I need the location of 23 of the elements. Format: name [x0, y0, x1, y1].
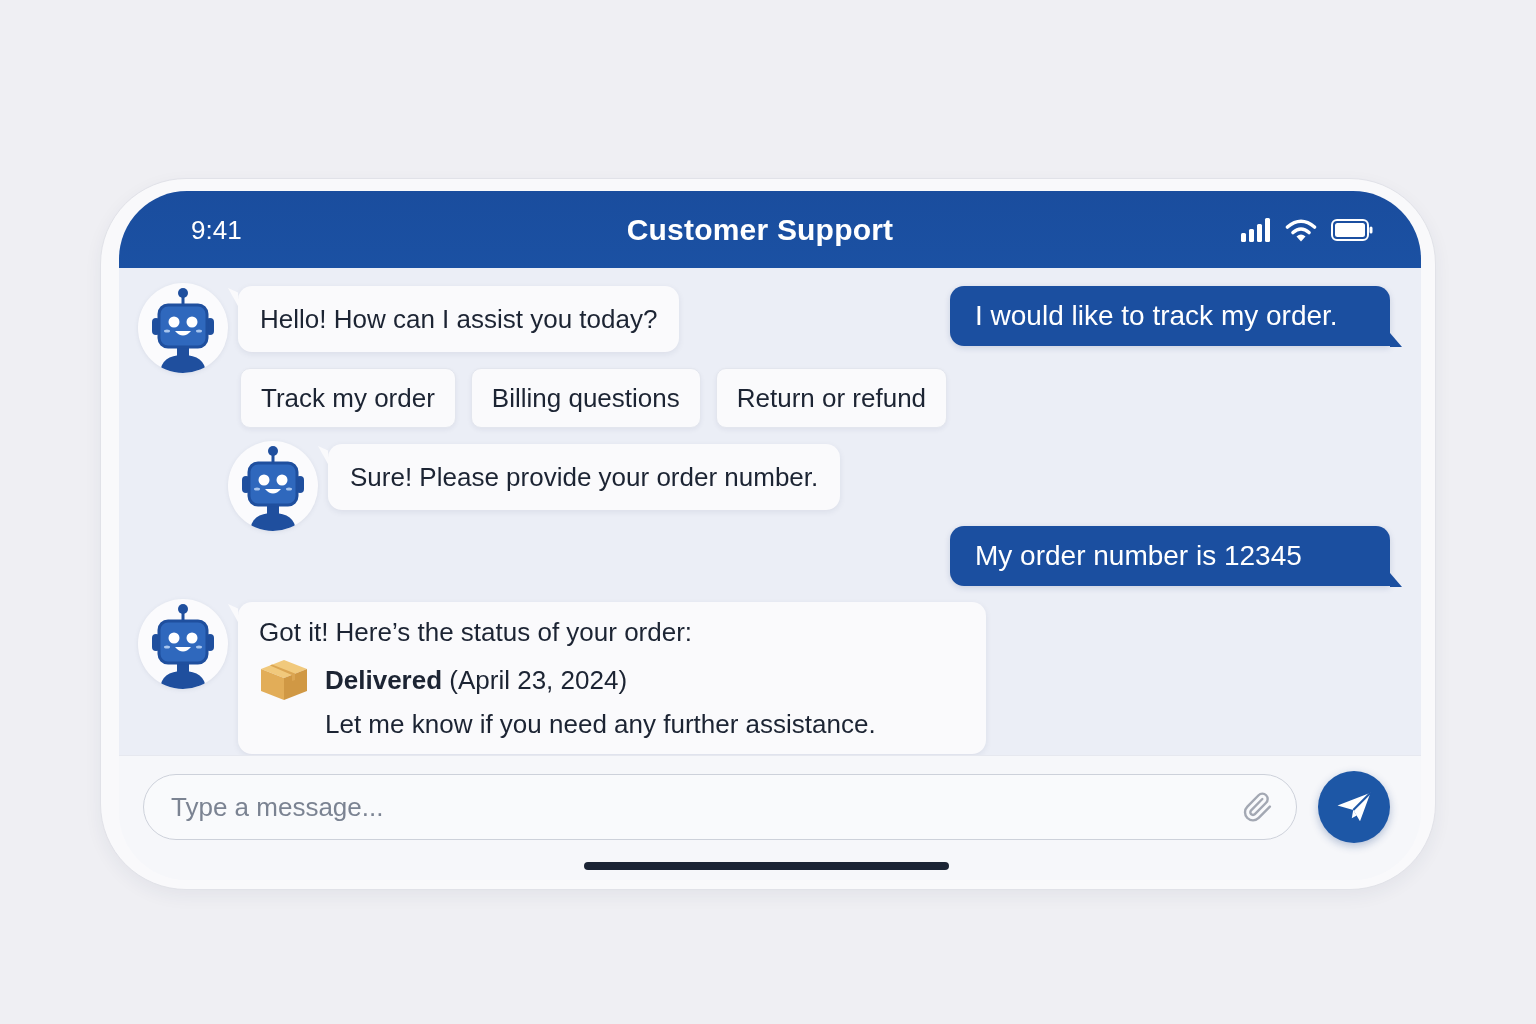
robot-avatar-icon: [228, 441, 318, 531]
status-time: 9:41: [191, 214, 242, 245]
message-text: Let me know if you need any further assistance.: [325, 708, 876, 740]
robot-avatar-icon: [138, 599, 228, 689]
bot-message-bubble: Sure! Please provide your order number.: [328, 444, 841, 510]
package-icon: [259, 659, 309, 701]
send-icon: [1336, 791, 1372, 823]
quick-reply-button[interactable]: Track my order: [240, 368, 456, 428]
quick-reply-button[interactable]: Billing questions: [470, 368, 701, 428]
user-message-bubble: I would like to track my order.: [950, 286, 1390, 346]
bot-message-bubble: Hello! How can I assist you today?: [238, 286, 680, 352]
delivery-status: Delivered (April 23, 2024): [325, 664, 628, 696]
message-input-field[interactable]: Type a message...: [143, 774, 1297, 840]
user-message-bubble: My order number is 12345: [950, 526, 1390, 586]
paperclip-icon[interactable]: [1241, 791, 1273, 823]
robot-avatar-icon: [138, 283, 228, 373]
wifi-icon: [1285, 217, 1317, 242]
signal-icon: [1241, 217, 1271, 242]
message-text: Got it! Here’s the status of your order:: [259, 616, 694, 648]
battery-icon: [1331, 218, 1373, 241]
send-button[interactable]: [1318, 771, 1390, 843]
quick-reply-button[interactable]: Return or refund: [715, 368, 948, 428]
header-title: Customer Support: [626, 212, 894, 247]
